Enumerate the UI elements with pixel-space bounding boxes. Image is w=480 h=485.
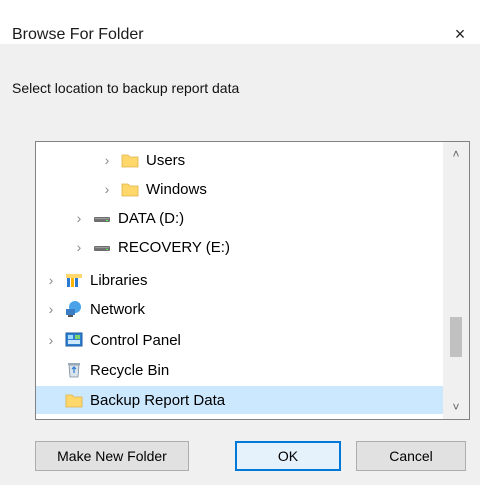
tree-item[interactable]: › Windows <box>36 175 444 203</box>
tree-item[interactable]: ›Recycle Bin <box>36 356 444 384</box>
scrollbar-thumb[interactable] <box>450 317 462 357</box>
expand-chevron-icon[interactable]: › <box>72 210 86 226</box>
recycle-bin-icon <box>64 360 84 380</box>
drive-icon <box>92 208 112 228</box>
tree-item-label: Recycle Bin <box>90 361 170 379</box>
dialog-prompt: Select location to backup report data <box>12 80 240 96</box>
tree-item[interactable]: ›Backup Report Data <box>36 386 444 414</box>
scroll-up-icon[interactable]: ˄ <box>443 142 469 166</box>
tree-item-label: Control Panel <box>90 331 181 349</box>
tree-item-label: Backup Report Data <box>90 391 226 409</box>
expand-chevron-icon[interactable]: › <box>72 239 86 255</box>
dialog-title: Browse For Folder <box>12 26 144 43</box>
folder-icon <box>120 150 140 170</box>
control-panel-icon <box>64 330 84 350</box>
folder-icon <box>64 390 84 410</box>
tree-item[interactable]: › Control Panel <box>36 326 444 354</box>
folder-tree[interactable]: › Users › Windows › DATA (D:) › RECOVERY (E:) › L… <box>35 141 470 420</box>
folder-icon <box>120 179 140 199</box>
expand-chevron-icon[interactable]: › <box>44 301 58 317</box>
tree-item-label: DATA (D:) <box>118 209 185 227</box>
title-bar: Browse For Folder × <box>0 0 480 44</box>
cancel-button[interactable]: Cancel <box>356 441 466 471</box>
expand-chevron-icon[interactable]: › <box>100 181 114 197</box>
expand-chevron-icon[interactable]: › <box>44 272 58 288</box>
tree-item[interactable]: › Libraries <box>36 266 444 294</box>
make-new-folder-button[interactable]: Make New Folder <box>35 441 189 471</box>
tree-item[interactable]: › RECOVERY (E:) <box>36 233 444 261</box>
scroll-down-icon[interactable]: ˅ <box>443 395 469 419</box>
tree-item-label: RECOVERY (E:) <box>118 238 230 256</box>
network-icon <box>64 299 84 319</box>
tree-item-label: Windows <box>146 180 207 198</box>
close-button[interactable]: × <box>440 20 480 48</box>
tree-item-label: Users <box>146 151 186 169</box>
tree-item[interactable]: › Users <box>36 146 444 174</box>
vertical-scrollbar[interactable]: ˄ ˅ <box>443 142 469 419</box>
expand-chevron-icon[interactable]: › <box>44 332 58 348</box>
tree-item[interactable]: › DATA (D:) <box>36 204 444 232</box>
ok-button[interactable]: OK <box>235 441 341 471</box>
expand-chevron-icon[interactable]: › <box>100 152 114 168</box>
tree-item[interactable]: › Network <box>36 295 444 323</box>
tree-item-label: Libraries <box>90 271 148 289</box>
tree-item-label: Network <box>90 300 146 318</box>
drive-icon <box>92 237 112 257</box>
libraries-icon <box>64 270 84 290</box>
